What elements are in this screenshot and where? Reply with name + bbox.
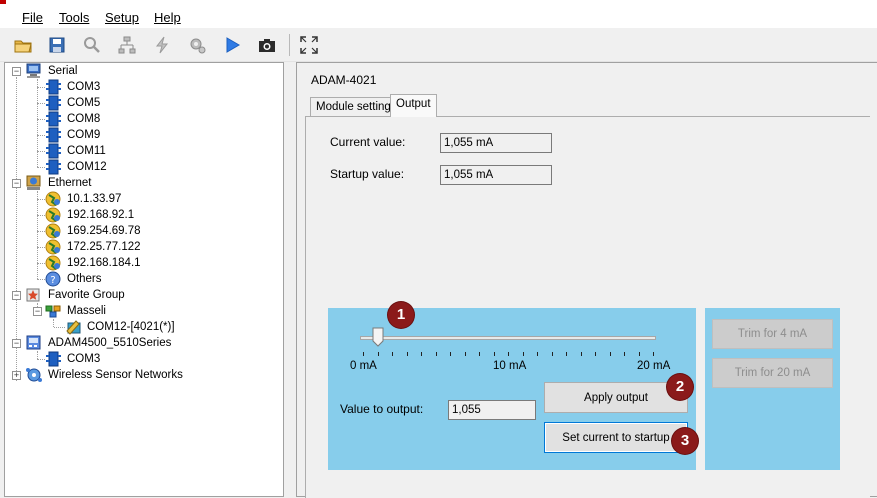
device-module-icon <box>66 320 81 335</box>
panel-splitter[interactable] <box>286 62 294 497</box>
slider-tick <box>508 352 509 356</box>
expander-favorite[interactable]: − <box>12 291 21 300</box>
computer-icon <box>26 63 41 78</box>
current-value-label: Current value: <box>330 135 406 149</box>
wireless-icon <box>26 368 42 382</box>
favorite-icon <box>26 288 40 302</box>
trim-20ma-button[interactable]: Trim for 20 mA <box>712 358 833 388</box>
ethernet-icon <box>26 175 41 190</box>
question-globe-icon: ? <box>45 271 61 287</box>
toolbar <box>0 28 877 62</box>
slider-tick <box>595 352 596 356</box>
trim-control-group: Trim for 4 mA Trim for 20 mA <box>705 308 840 470</box>
expander-ethernet[interactable]: − <box>12 179 21 188</box>
module-title: ADAM-4021 <box>311 73 377 87</box>
tick-label-mid: 10 mA <box>493 360 527 372</box>
com-port-icon <box>46 159 61 175</box>
slider-tick <box>392 352 393 356</box>
module-panel: ADAM-4021 Module setting Output Current … <box>296 62 877 498</box>
tree-line <box>37 351 38 359</box>
slider-tick <box>522 352 524 356</box>
tick-label-max: 20 mA <box>637 360 671 372</box>
com-port-icon <box>46 143 61 159</box>
slider-tick <box>377 352 379 356</box>
search-icon[interactable] <box>82 35 102 55</box>
globe-icon <box>45 255 61 271</box>
com-port-icon <box>46 127 61 143</box>
controller-icon <box>26 335 41 350</box>
set-current-to-startup-button[interactable]: Set current to startup <box>544 422 688 453</box>
globe-icon <box>45 223 61 239</box>
slider-tick <box>609 352 611 356</box>
tree-line <box>16 77 17 381</box>
fullscreen-icon[interactable] <box>299 35 319 55</box>
startup-value-display: 1,055 mA <box>440 165 552 185</box>
com-port-icon <box>46 79 61 95</box>
globe-icon <box>45 239 61 255</box>
slider-tick <box>479 352 480 356</box>
tree-line <box>37 79 38 167</box>
output-slider-track[interactable] <box>360 336 656 340</box>
startup-value-label: Startup value: <box>330 167 405 181</box>
com-port-icon <box>46 111 61 127</box>
com-port-icon <box>46 351 61 367</box>
flash-icon[interactable] <box>152 35 172 55</box>
callout-badge-3: 3 <box>672 428 698 454</box>
callout-badge-2: 2 <box>667 374 693 400</box>
com-port-icon <box>46 95 61 111</box>
slider-tick <box>537 352 538 356</box>
current-value-display: 1,055 mA <box>440 133 552 153</box>
expander-wsn[interactable]: + <box>12 371 21 380</box>
menu-help[interactable]: Help <box>154 10 181 25</box>
tree-line <box>37 191 38 279</box>
slider-tick <box>580 352 582 356</box>
settings-icon[interactable] <box>187 35 207 55</box>
tab-output[interactable]: Output <box>390 94 437 117</box>
slider-tick <box>363 352 364 356</box>
callout-badge-1: 1 <box>388 302 414 328</box>
value-to-output-input[interactable]: 1,055 <box>448 400 536 420</box>
toolbar-separator <box>289 34 290 56</box>
value-to-output-label: Value to output: <box>340 402 424 416</box>
tab-module-setting[interactable]: Module setting <box>310 97 397 117</box>
output-slider-thumb[interactable] <box>372 327 384 347</box>
output-control-group: 0 mA 10 mA 20 mA Value to output: 1,055 … <box>328 308 696 470</box>
slider-tick <box>624 352 625 356</box>
expander-masseli[interactable]: − <box>33 307 42 316</box>
tree-line <box>53 319 54 327</box>
expander-adam4500[interactable]: − <box>12 339 21 348</box>
menu-file[interactable]: File <box>22 10 43 25</box>
device-tree: − Serial COM3 COM5 COM8 COM9 COM11 COM12… <box>4 62 284 497</box>
group-icon <box>45 305 61 318</box>
slider-tick <box>421 352 422 356</box>
network-icon[interactable] <box>117 35 137 55</box>
slider-tick <box>638 352 640 356</box>
globe-icon <box>45 191 61 207</box>
trim-4ma-button[interactable]: Trim for 4 mA <box>712 319 833 349</box>
expander-serial[interactable]: − <box>12 67 21 76</box>
menu-tools[interactable]: Tools <box>59 10 89 25</box>
menu-setup[interactable]: Setup <box>105 10 139 25</box>
menu-bar: File Tools Setup Help <box>0 4 877 28</box>
save-icon[interactable] <box>47 35 67 55</box>
tick-label-min: 0 mA <box>350 360 377 372</box>
run-icon[interactable] <box>222 35 242 55</box>
slider-tick <box>493 352 495 356</box>
slider-tick <box>464 352 466 356</box>
globe-icon <box>45 207 61 223</box>
slider-tick <box>653 352 654 356</box>
svg-text:?: ? <box>50 275 55 286</box>
slider-tick <box>406 352 408 356</box>
open-folder-icon[interactable] <box>13 35 33 55</box>
slider-tick <box>435 352 437 356</box>
camera-icon[interactable] <box>257 35 277 55</box>
slider-tick <box>566 352 567 356</box>
slider-tick <box>551 352 553 356</box>
slider-tick <box>450 352 451 356</box>
